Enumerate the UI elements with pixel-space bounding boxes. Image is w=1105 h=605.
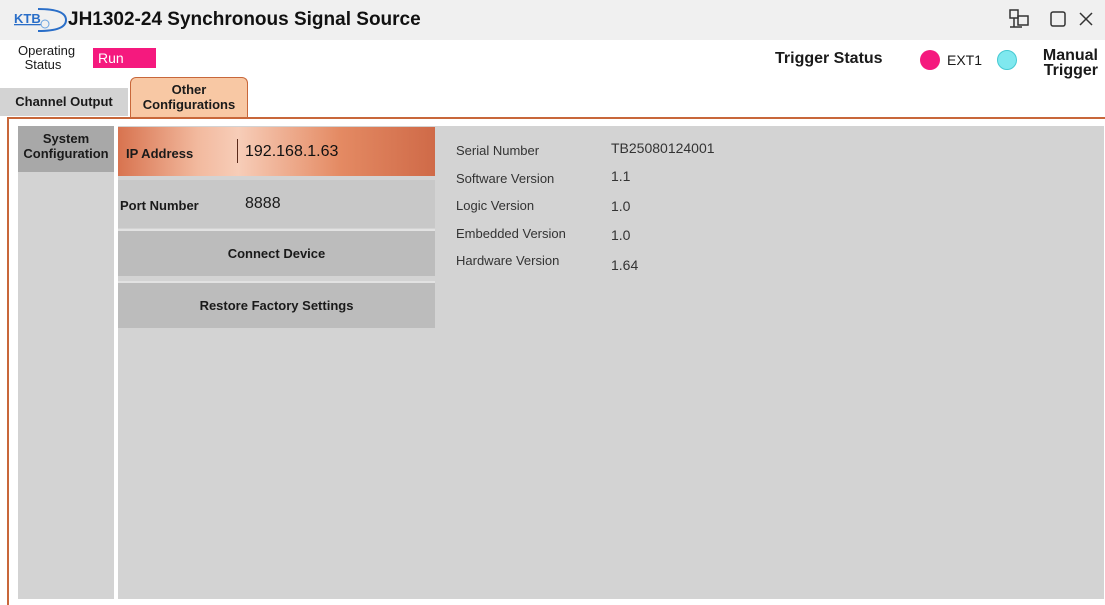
logic-version-value: 1.0 xyxy=(611,198,631,214)
text-cursor xyxy=(237,139,238,163)
trigger-status-label: Trigger Status xyxy=(775,50,883,67)
hardware-version-label: Hardware Version xyxy=(456,253,560,268)
operating-status-label: Operating Status xyxy=(18,43,76,72)
port-number-input[interactable]: 8888 xyxy=(245,195,281,213)
ktb-logo: KTB xyxy=(14,8,68,32)
manual-trigger-indicator[interactable] xyxy=(997,50,1017,70)
hardware-version-value: 1.64 xyxy=(611,257,639,273)
maximize-icon[interactable] xyxy=(1047,8,1069,30)
serial-number-label: Serial Number xyxy=(456,143,540,158)
restore-factory-settings-button[interactable]: Restore Factory Settings xyxy=(118,281,435,328)
close-icon[interactable] xyxy=(1075,8,1097,30)
ext1-label: EXT1 xyxy=(947,52,983,68)
serial-number-value: TB25080124001 xyxy=(611,140,715,156)
title-bar: KTB JH1302-24 Synchronous Signal Source xyxy=(0,0,1105,40)
app-title: JH1302-24 Synchronous Signal Source xyxy=(68,9,421,30)
svg-text:KTB: KTB xyxy=(14,11,41,26)
connect-device-button[interactable]: Connect Device xyxy=(118,229,435,276)
software-version-label: Software Version xyxy=(456,171,555,186)
sidebar xyxy=(18,126,114,599)
tab-channel-output[interactable]: Channel Output xyxy=(0,88,128,116)
ip-address-input[interactable]: 192.168.1.63 xyxy=(245,143,338,161)
manual-trigger-label: Manual Trigger xyxy=(1042,47,1098,79)
embedded-version-value: 1.0 xyxy=(611,227,631,243)
tab-other-configurations[interactable]: Other Configurations xyxy=(130,77,248,117)
logic-version-label: Logic Version xyxy=(456,198,535,213)
ext1-indicator[interactable] xyxy=(920,50,940,70)
embedded-version-label: Embedded Version xyxy=(456,226,566,241)
software-version-value: 1.1 xyxy=(611,168,631,184)
run-status-badge[interactable]: Run xyxy=(93,48,156,68)
ip-address-label: IP Address xyxy=(126,146,194,161)
network-icon[interactable] xyxy=(1008,8,1030,30)
port-number-label: Port Number xyxy=(120,198,199,213)
sidebar-item-system-configuration[interactable]: System Configuration xyxy=(18,126,114,172)
